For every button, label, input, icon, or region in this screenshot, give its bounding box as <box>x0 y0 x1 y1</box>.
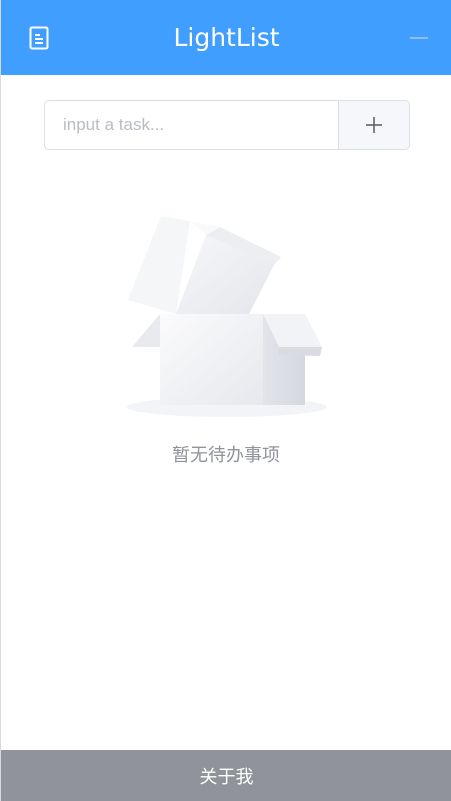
minimize-icon[interactable] <box>406 28 432 48</box>
empty-state-text: 暂无待办事项 <box>172 445 280 466</box>
app-header: LightList <box>1 0 451 75</box>
task-input-group <box>44 100 410 150</box>
add-task-button[interactable] <box>338 100 410 150</box>
app-title: LightList <box>173 23 280 52</box>
about-me-label: 关于我 <box>199 766 254 788</box>
app-window: LightList input a task... 暂无待办事项 关于我 <box>0 0 451 801</box>
empty-box-icon <box>127 216 327 417</box>
task-input[interactable] <box>44 100 338 150</box>
about-me-button[interactable]: 关于我 <box>1 750 451 801</box>
plus-icon <box>366 117 382 133</box>
